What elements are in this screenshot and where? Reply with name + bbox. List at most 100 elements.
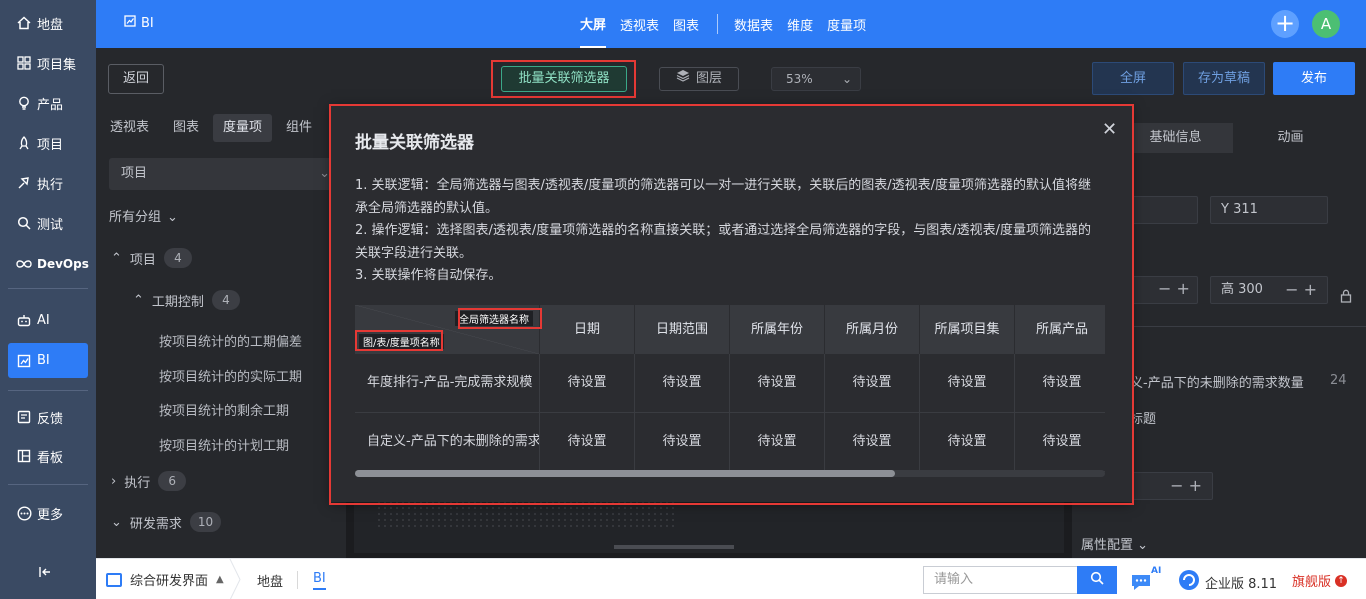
workspace-switcher[interactable]: 综合研发界面 ▲ xyxy=(106,570,224,589)
tree-leaf-metric[interactable]: 按项目统计的的工期偏差 xyxy=(159,331,302,350)
tree-leaf-metric[interactable]: 按项目统计的计划工期 xyxy=(159,435,289,454)
lock-icon[interactable] xyxy=(1340,289,1352,307)
all-groups-toggle[interactable]: 所有分组 ⌄ xyxy=(109,206,178,225)
back-button[interactable]: 返回 xyxy=(108,64,164,94)
mapping-cell[interactable]: 待设置 xyxy=(540,354,635,412)
mapping-cell[interactable]: 待设置 xyxy=(825,354,920,412)
scope-select[interactable]: 项目 ⌄ xyxy=(109,158,334,190)
batch-filter-button[interactable]: 批量关联筛选器 xyxy=(501,66,627,92)
y-input[interactable]: Y 311 xyxy=(1210,196,1328,224)
nav-item-dashboard[interactable]: 地盘 xyxy=(8,7,88,39)
chevron-down-icon: ⌄ xyxy=(167,210,178,225)
mapping-cell[interactable]: 待设置 xyxy=(1015,413,1105,471)
nav-item-product[interactable]: 产品 xyxy=(8,87,88,119)
height-input[interactable]: 高 300 − + xyxy=(1210,276,1328,304)
zentao-logo-icon xyxy=(1178,569,1200,595)
ai-badge: AI xyxy=(1151,566,1162,576)
mapping-cell[interactable]: 待设置 xyxy=(540,413,635,471)
mapping-cell[interactable]: 待设置 xyxy=(635,413,730,471)
infinity-icon xyxy=(16,256,32,272)
fullscreen-button[interactable]: 全屏 xyxy=(1092,62,1174,95)
attr-config-toggle[interactable]: 属性配置 ⌄ xyxy=(1081,534,1148,553)
spacing-input[interactable]: − + xyxy=(1118,472,1213,500)
tree-leaf-metric[interactable]: 按项目统计的的实际工期 xyxy=(159,366,302,385)
tree-group-execution[interactable]: › 执行 6 xyxy=(111,471,187,491)
row-item-name: 自定义-产品下的未删除的需求数量 xyxy=(355,413,540,471)
nav-item-ai[interactable]: AI xyxy=(8,304,88,336)
table-horizontal-scrollbar[interactable] xyxy=(355,470,1105,477)
layers-button[interactable]: 图层 xyxy=(659,67,739,91)
tab-dimension[interactable]: 维度 xyxy=(787,0,813,48)
edition-info[interactable]: 企业版 8.11 xyxy=(1178,569,1277,595)
mapping-cell[interactable]: 待设置 xyxy=(920,354,1015,412)
nav-item-test[interactable]: 测试 xyxy=(8,207,88,239)
chart-icon xyxy=(124,15,136,31)
rocket-icon xyxy=(16,135,32,151)
tree-leaf-metric[interactable]: 按项目统计的剩余工期 xyxy=(159,400,289,419)
nav-divider xyxy=(8,484,88,485)
tab-metrics[interactable]: 度量项 xyxy=(213,114,273,142)
ai-chat-button[interactable]: AI xyxy=(1130,566,1162,592)
nav-item-more[interactable]: 更多 xyxy=(8,497,88,529)
column-header: 所属月份 xyxy=(825,305,920,354)
tree-group-schedule[interactable]: ⌃ 工期控制 4 xyxy=(133,290,240,310)
nav-item-execution[interactable]: 执行 xyxy=(8,167,88,199)
nav-item-feedback[interactable]: 反馈 xyxy=(8,401,88,433)
corner-item-name-label: 图/表/度量项名称 xyxy=(359,334,444,349)
tab-pivot-table[interactable]: 透视表 xyxy=(100,114,159,142)
stepper-minus-plus[interactable]: − + xyxy=(1158,279,1190,298)
nav-item-bi[interactable]: BI xyxy=(8,343,88,378)
nav-divider xyxy=(8,390,88,391)
scrollbar-thumb[interactable] xyxy=(355,470,895,477)
desc-line: 1. 关联逻辑：全局筛选器与图表/透视表/度量项的筛选器可以一对一进行关联，关联… xyxy=(355,178,1092,216)
nav-item-devops[interactable]: DevOps xyxy=(8,248,89,280)
search-button[interactable] xyxy=(1077,566,1117,594)
avatar[interactable]: A xyxy=(1312,10,1340,38)
tab-animation[interactable]: 动画 xyxy=(1233,123,1348,153)
create-plus-button[interactable]: + xyxy=(1271,10,1299,38)
count-badge: 4 xyxy=(163,248,192,268)
dialog-description: 1. 关联逻辑：全局筛选器与图表/透视表/度量项的筛选器可以一对一进行关联，关联… xyxy=(355,175,1100,288)
tab-pivot[interactable]: 透视表 xyxy=(620,0,659,48)
tab-basic-info[interactable]: 基础信息 xyxy=(1118,123,1233,153)
breadcrumb-dashboard[interactable]: 地盘 xyxy=(257,571,283,590)
column-header: 日期 xyxy=(540,305,635,354)
count-badge: 4 xyxy=(211,290,240,310)
zoom-select[interactable]: 53% ⌄ xyxy=(771,67,861,91)
stepper-minus-plus[interactable]: − + xyxy=(1285,277,1317,303)
collapse-nav-icon[interactable] xyxy=(38,566,52,582)
publish-button[interactable]: 发布 xyxy=(1273,62,1355,95)
left-navigation: 地盘 项目集 产品 项目 执行 测试 DevOps AI BI 反馈 看板 更多 xyxy=(0,0,96,599)
nav-item-project[interactable]: 项目 xyxy=(8,127,88,159)
batch-filter-dialog: 批量关联筛选器 ✕ 1. 关联逻辑：全局筛选器与图表/透视表/度量项的筛选器可以… xyxy=(331,105,1132,502)
close-icon[interactable]: ✕ xyxy=(1102,119,1117,140)
stepper-minus-plus[interactable]: − + xyxy=(1170,473,1202,499)
mapping-cell[interactable]: 待设置 xyxy=(730,413,825,471)
component-tabs: 透视表 图表 度量项 组件 xyxy=(96,114,322,144)
desc-line: 3. 关联操作将自动保存。 xyxy=(355,268,502,283)
nav-item-program[interactable]: 项目集 xyxy=(8,47,88,79)
mapping-cell[interactable]: 待设置 xyxy=(730,354,825,412)
mapping-cell[interactable]: 待设置 xyxy=(825,413,920,471)
save-draft-button[interactable]: 存为草稿 xyxy=(1183,62,1265,95)
component-panel: 透视表 图表 度量项 组件 项目 ⌄ 所有分组 ⌄ ⌃ 项目 4 ⌃ 工期控制 4… xyxy=(96,108,346,558)
search-icon xyxy=(16,215,32,231)
board-icon xyxy=(16,448,32,464)
global-search-input[interactable]: 请输入 xyxy=(923,566,1078,594)
tab-charts[interactable]: 图表 xyxy=(163,114,209,142)
layers-icon xyxy=(676,68,690,90)
breadcrumb-bi[interactable]: BI xyxy=(313,571,326,590)
tab-datatable[interactable]: 数据表 xyxy=(734,0,773,48)
nav-item-kanban[interactable]: 看板 xyxy=(8,440,88,472)
tree-group-requirement[interactable]: ⌄ 研发需求 10 xyxy=(111,512,222,532)
upgrade-flagship[interactable]: 旗舰版 ↑ xyxy=(1292,571,1348,590)
bound-metric-name: 义-产品下的未删除的需求数量 xyxy=(1130,376,1304,391)
tree-group-project[interactable]: ⌃ 项目 4 xyxy=(111,248,192,268)
mapping-cell[interactable]: 待设置 xyxy=(920,413,1015,471)
tab-big-screen[interactable]: 大屏 xyxy=(580,0,607,48)
tab-chart[interactable]: 图表 xyxy=(673,0,699,48)
mapping-cell[interactable]: 待设置 xyxy=(1015,354,1105,412)
mapping-cell[interactable]: 待设置 xyxy=(635,354,730,412)
tab-components[interactable]: 组件 xyxy=(276,114,322,142)
tab-metric[interactable]: 度量项 xyxy=(827,0,866,48)
